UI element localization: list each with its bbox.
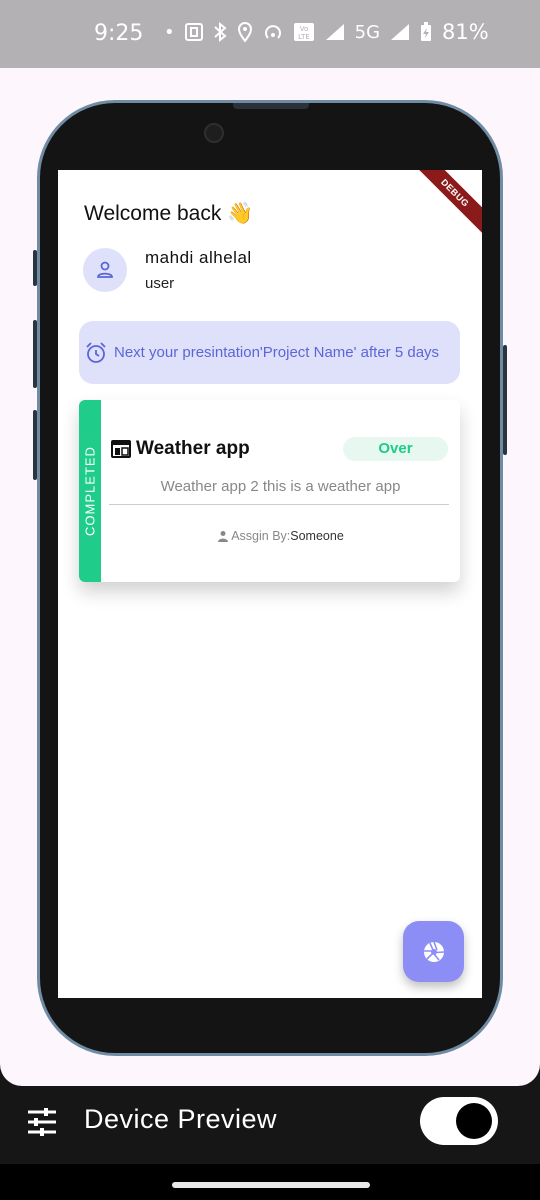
phone-side-button: [503, 345, 507, 455]
web-window-icon: [111, 440, 131, 458]
signal-icon: [325, 24, 344, 40]
phone-side-button: [33, 320, 37, 388]
location-icon: [237, 22, 252, 42]
status-badge: Over: [343, 437, 448, 461]
user-name: mahdi alhelal: [145, 248, 252, 267]
phone-side-button: [33, 250, 37, 286]
person-icon: [97, 261, 113, 278]
device-preview-toggle[interactable]: [420, 1097, 498, 1145]
gesture-navigation-bar: [0, 1164, 540, 1200]
project-title: Weather app: [136, 438, 250, 459]
notification-dot-icon: •: [164, 21, 175, 43]
divider: [109, 504, 449, 505]
phone-camera: [204, 123, 224, 143]
assign-name: Someone: [290, 529, 344, 543]
svg-text:Vo: Vo: [299, 25, 308, 33]
home-handle[interactable]: [172, 1182, 370, 1188]
status-icons: • Vo LTE 5G 81%: [164, 20, 489, 44]
tune-icon[interactable]: [26, 1108, 58, 1136]
project-card[interactable]: COMPLETED Weather app Over Weather app 2…: [79, 400, 460, 582]
battery-charging-icon: [421, 22, 432, 41]
network-type: 5G: [354, 21, 381, 43]
battery-percent: 81%: [442, 20, 489, 44]
person-small-icon: [218, 531, 229, 542]
project-description: Weather app 2 this is a weather app: [160, 478, 401, 495]
aperture-icon: [423, 941, 444, 962]
reminder-banner[interactable]: Next your presintation'Project Name' aft…: [79, 321, 460, 384]
status-strip: COMPLETED: [79, 400, 101, 582]
user-role: user: [145, 275, 175, 292]
signal-icon-2: [391, 24, 410, 40]
welcome-heading: Welcome back 👋: [84, 202, 254, 225]
status-time: 9:25: [94, 21, 144, 46]
status-bar: 9:25 • Vo LTE 5G 81%: [0, 0, 540, 68]
fab-button[interactable]: [403, 921, 464, 982]
bluetooth-icon: [213, 22, 227, 42]
phone-speaker: [233, 103, 309, 109]
app-screen: DEBUG Welcome back 👋 mahdi alhelal user …: [58, 170, 482, 998]
device-preview-title: Device Preview: [84, 1104, 278, 1134]
nfc-icon: [184, 23, 203, 41]
svg-text:LTE: LTE: [298, 33, 310, 41]
alarm-icon: [84, 341, 108, 365]
assign-prefix: Assgin By:: [231, 529, 291, 543]
avatar[interactable]: [83, 248, 127, 292]
debug-banner: DEBUG: [409, 170, 482, 239]
status-label: COMPLETED: [82, 446, 98, 536]
reminder-text: Next your presintation'Project Name' aft…: [114, 344, 440, 361]
toggle-knob: [456, 1103, 492, 1139]
phone-side-button: [33, 410, 37, 480]
assigned-by: Assgin By: Someone: [101, 529, 460, 543]
volte-icon: VoLTE: [293, 23, 314, 41]
hotspot-icon: [264, 25, 281, 39]
